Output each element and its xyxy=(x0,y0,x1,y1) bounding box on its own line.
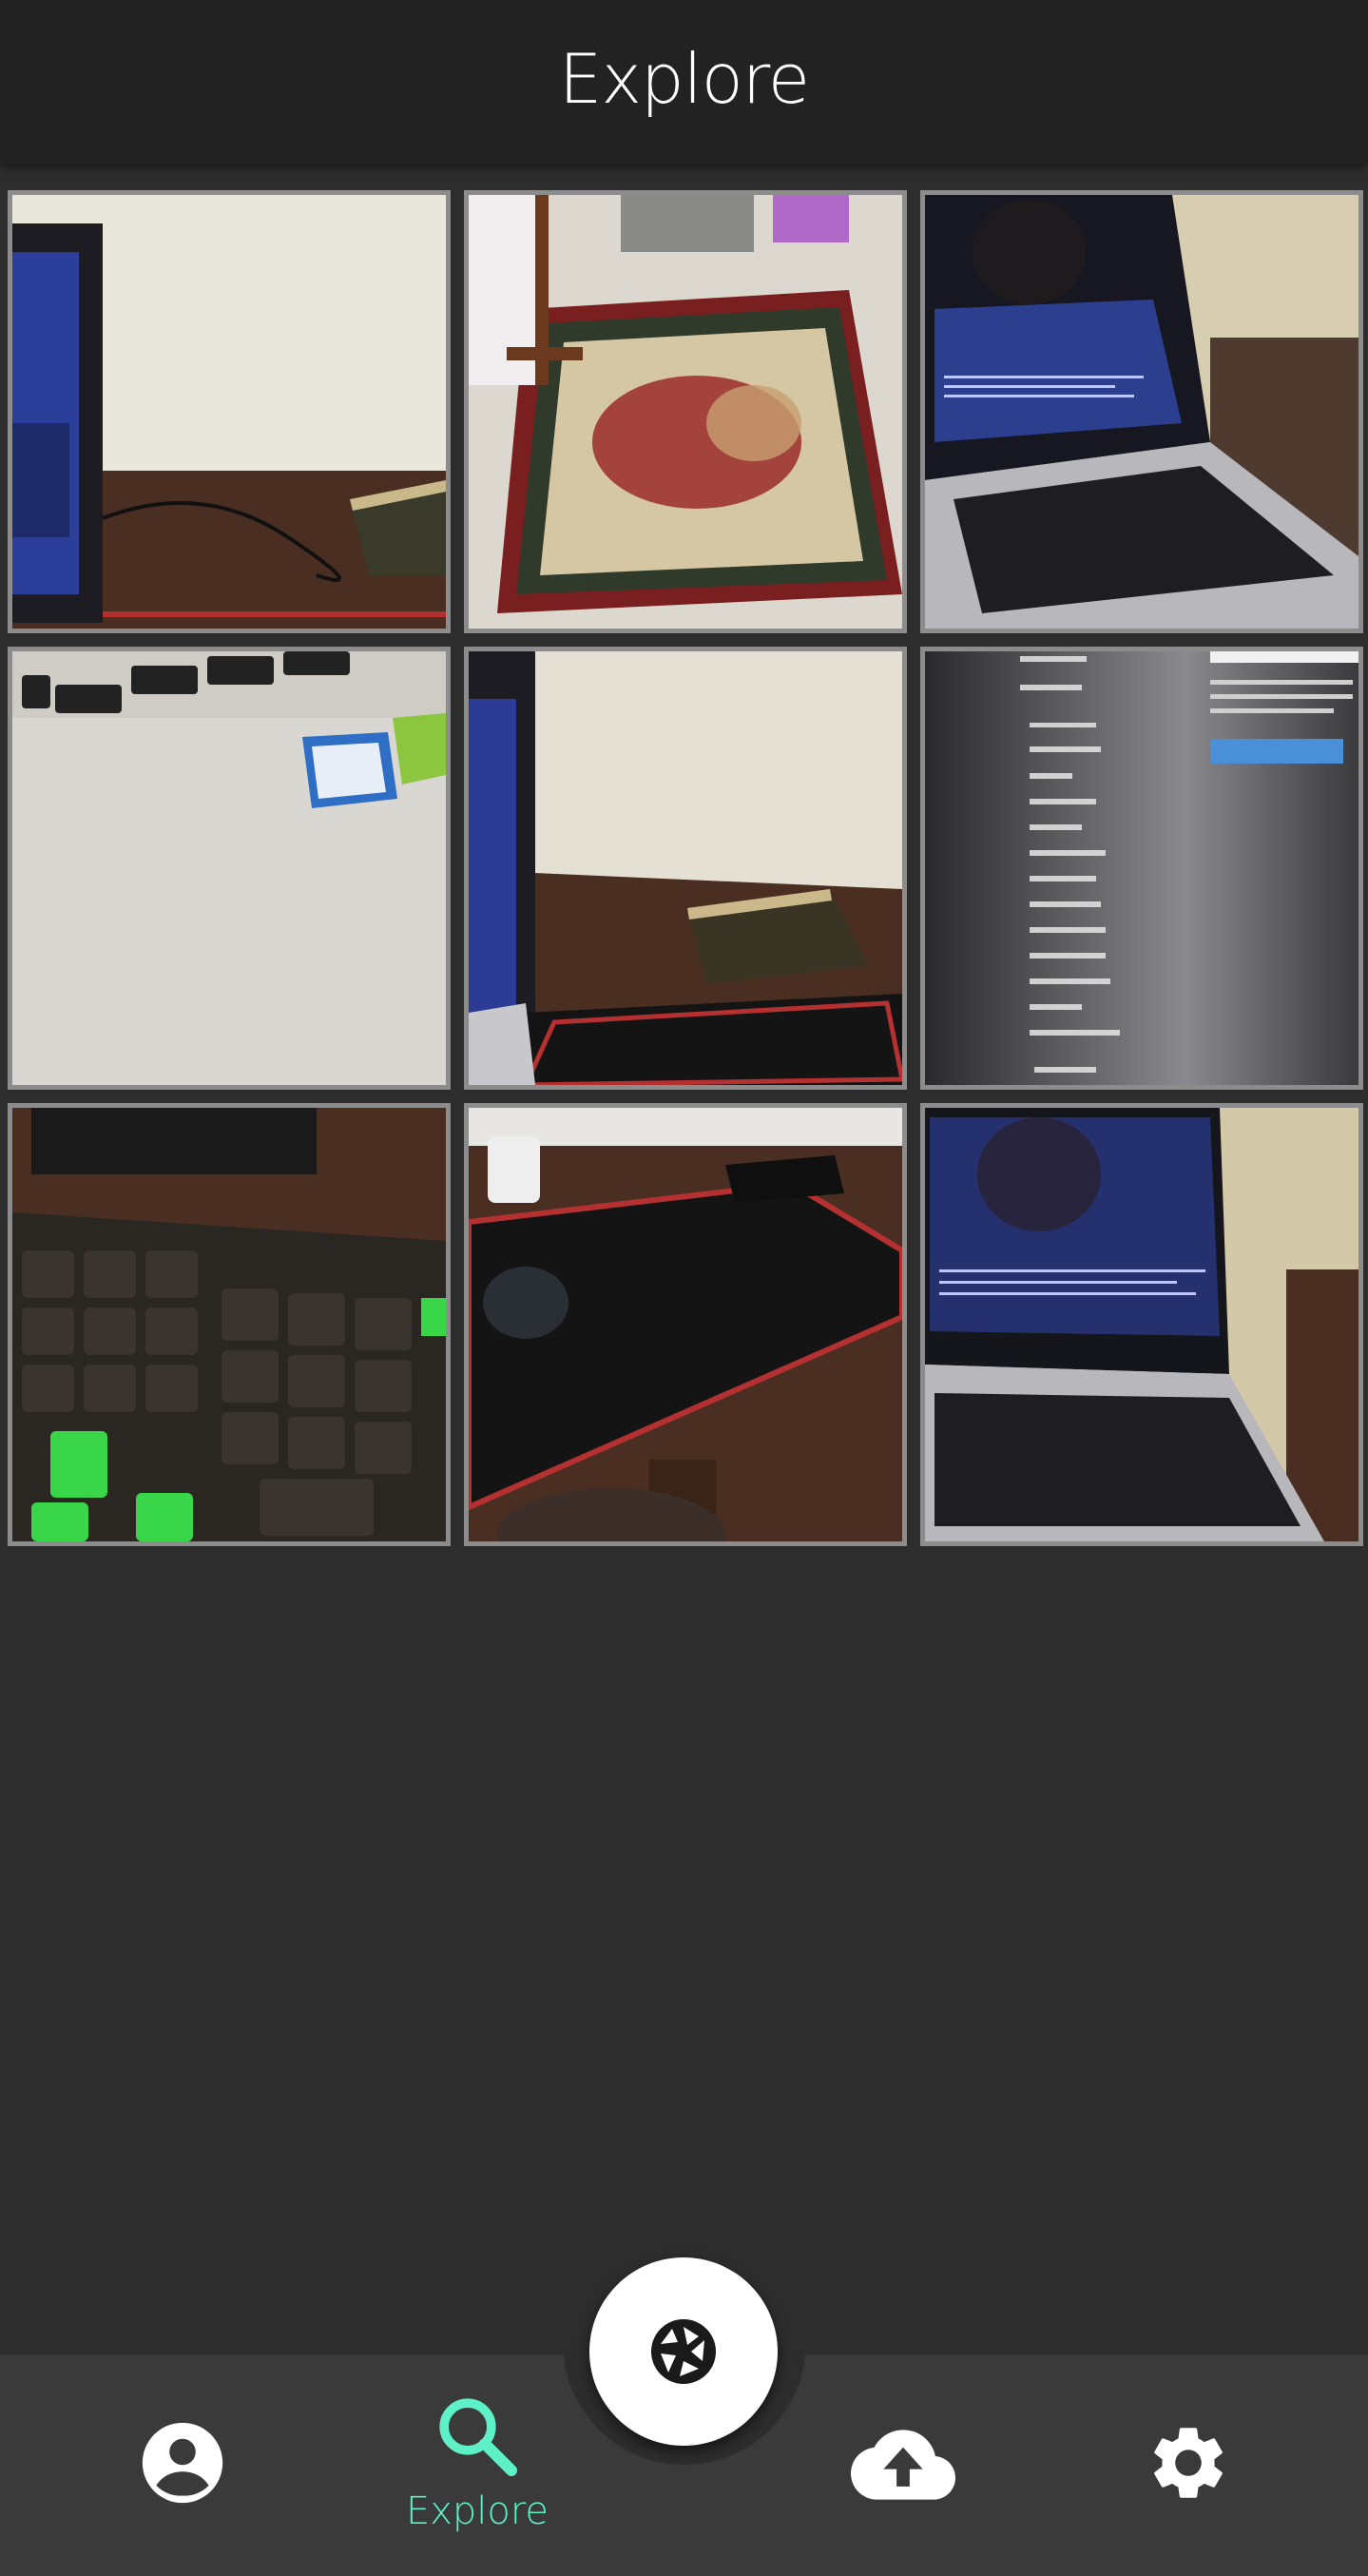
nav-settings[interactable] xyxy=(1093,2383,1283,2545)
nav-explore-label: Explore xyxy=(405,2489,549,2533)
capture-button[interactable] xyxy=(589,2257,778,2446)
photo-tile[interactable] xyxy=(920,190,1363,633)
photo-keyboard-numpad xyxy=(12,1108,446,1541)
photo-desk-book-mousepad xyxy=(469,651,902,1085)
photo-tile[interactable] xyxy=(920,647,1363,1090)
photo-tile[interactable] xyxy=(920,1103,1363,1546)
photo-mousepad-mouse xyxy=(469,1108,902,1541)
photo-tile[interactable] xyxy=(464,647,907,1090)
photo-tile[interactable] xyxy=(8,190,451,633)
photo-rug-chair xyxy=(469,195,902,629)
photo-tile[interactable] xyxy=(8,647,451,1090)
photo-laptop-code xyxy=(925,195,1358,629)
app-header: Explore xyxy=(0,0,1368,164)
nav-profile[interactable] xyxy=(87,2383,278,2545)
gear-icon xyxy=(1154,2428,1223,2498)
search-icon xyxy=(439,2398,517,2476)
photo-grid xyxy=(8,190,1363,1546)
photo-laptop-desk-book xyxy=(12,195,446,629)
cloud-upload-icon xyxy=(851,2430,955,2500)
nav-upload[interactable] xyxy=(808,2383,998,2545)
account-circle-icon xyxy=(142,2422,223,2504)
photo-laptop-stickers xyxy=(12,651,446,1085)
photo-tile[interactable] xyxy=(464,1103,907,1546)
page-title: Explore xyxy=(558,39,810,119)
nav-explore[interactable]: Explore xyxy=(382,2383,572,2545)
photo-settings-screen xyxy=(925,651,1358,1085)
photo-laptop-screen xyxy=(925,1108,1358,1541)
camera-shutter-icon xyxy=(651,2319,716,2384)
photo-tile[interactable] xyxy=(8,1103,451,1546)
photo-tile[interactable] xyxy=(464,190,907,633)
